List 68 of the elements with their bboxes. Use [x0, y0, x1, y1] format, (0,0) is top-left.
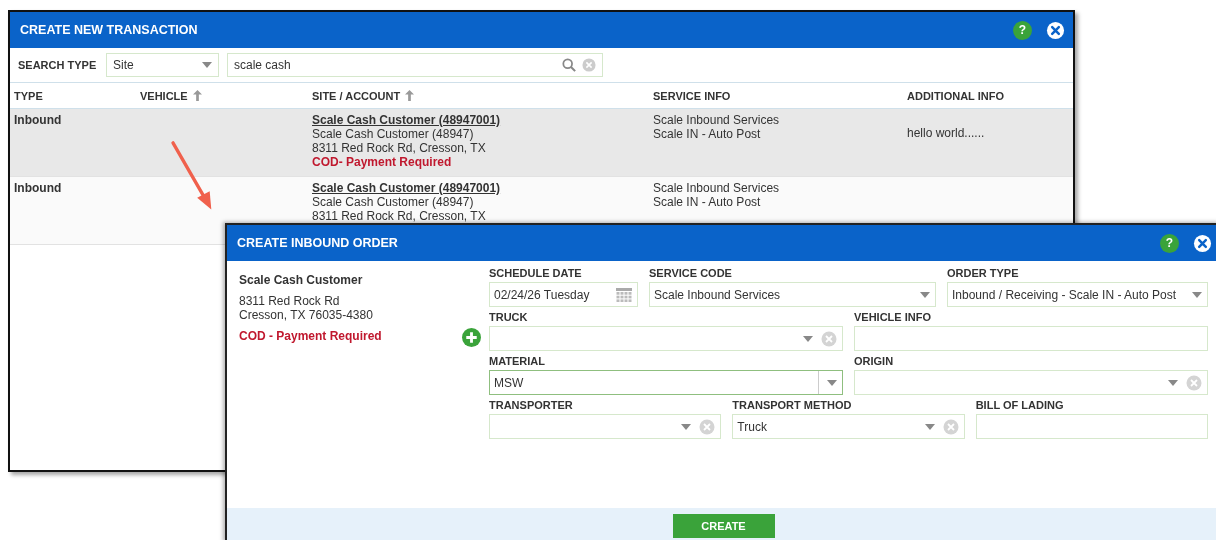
clear-icon[interactable]	[582, 58, 596, 72]
dropdown-field[interactable]	[489, 326, 843, 351]
caret-icon	[202, 62, 212, 68]
clear-icon[interactable]	[1186, 374, 1202, 391]
window-title: CREATE NEW TRANSACTION	[20, 23, 198, 37]
field-label: VEHICLE INFO	[854, 311, 932, 323]
field-label: SERVICE CODE	[649, 267, 733, 279]
table-cell-text: 8311 Red Rock Rd, Cresson, TX	[312, 209, 487, 223]
table-cell-text: Scale IN - Auto Post	[653, 127, 762, 141]
caret-icon[interactable]	[1192, 291, 1202, 298]
input-field[interactable]	[975, 414, 1208, 439]
dropdown-field[interactable]	[854, 370, 1208, 395]
column-header[interactable]: SITE / ACCOUNT	[312, 89, 401, 102]
clear-icon[interactable]	[699, 418, 716, 435]
close-icon[interactable]	[1193, 233, 1212, 253]
dropdown-field[interactable]: Scale Inbound Services	[649, 282, 936, 307]
add-icon[interactable]	[462, 328, 481, 347]
table-cell-text: Scale Inbound Services	[653, 113, 781, 127]
field-label: SCHEDULE DATE	[489, 267, 583, 279]
caret-icon[interactable]	[803, 335, 813, 342]
search-type-label: SEARCH TYPE	[18, 59, 98, 71]
address-line: 8311 Red Rock Rd	[239, 294, 341, 308]
payment-required-text: COD- Payment Required	[312, 155, 453, 169]
field-label: ORDER TYPE	[947, 267, 1020, 279]
column-header[interactable]: ADDITIONAL INFO	[907, 89, 1004, 102]
field-label: TRANSPORTER	[489, 399, 574, 411]
table-cell-text: hello world......	[907, 125, 986, 140]
table-cell-text: Scale Inbound Services	[653, 181, 781, 195]
field-label: TRANSPORT METHOD	[732, 399, 853, 411]
caret-icon[interactable]	[920, 291, 930, 298]
sort-arrow-icon[interactable]	[192, 90, 202, 101]
column-header[interactable]: TYPE	[14, 89, 43, 102]
table-cell-text: Scale IN - Auto Post	[653, 195, 762, 209]
dropdown-field[interactable]: Truck	[732, 414, 965, 439]
column-header[interactable]: SERVICE INFO	[653, 89, 731, 102]
column-header[interactable]: VEHICLE	[140, 89, 188, 102]
search-icon[interactable]	[562, 58, 576, 72]
clear-icon[interactable]	[821, 330, 837, 347]
payment-required-text: COD - Payment Required	[239, 329, 383, 343]
field-label: ORIGIN	[854, 355, 895, 367]
customer-name: Scale Cash Customer	[239, 273, 364, 287]
date-field[interactable]: 02/24/26 Tuesday	[489, 282, 638, 307]
field-label: TRUCK	[489, 311, 529, 323]
caret-icon[interactable]	[681, 423, 692, 430]
address-line: Cresson, TX 76035-4380	[239, 308, 374, 322]
account-link[interactable]: Scale Cash Customer (48947001)	[312, 113, 645, 127]
clear-icon[interactable]	[942, 418, 959, 435]
caret-icon[interactable]	[924, 423, 935, 430]
table-cell-text: Scale Cash Customer (48947)	[312, 195, 475, 209]
calendar-icon[interactable]	[616, 287, 632, 302]
input-field[interactable]	[854, 326, 1208, 351]
search-field[interactable]: scale cash	[227, 53, 603, 77]
table-cell-text: Scale Cash Customer (48947)	[312, 127, 475, 141]
table-cell-text: 8311 Red Rock Rd, Cresson, TX	[312, 141, 487, 155]
dropdown-field[interactable]: Inbound / Receiving - Scale IN - Auto Post	[947, 282, 1208, 307]
sort-arrow-icon[interactable]	[405, 90, 415, 101]
search-type-dropdown[interactable]: Site	[106, 53, 219, 77]
dropdown-field[interactable]: MSW	[489, 370, 843, 395]
field-label: MATERIAL	[489, 355, 546, 367]
dropdown-field[interactable]	[489, 414, 722, 439]
caret-icon[interactable]	[827, 379, 837, 386]
caret-icon[interactable]	[1168, 379, 1178, 386]
account-link[interactable]: Scale Cash Customer (48947001)	[312, 181, 645, 195]
table-cell-text: Inbound	[14, 181, 63, 195]
close-icon[interactable]	[1046, 20, 1065, 40]
table-row[interactable]: Inbound Scale Cash Customer (48947001) Scale Cash Customer (48947) 8311 Red Rock Rd, Cresson, TX COD- Payment Required Scale Inbound Services Scale IN - Auto Post hello world......	[10, 109, 1073, 177]
field-label: BILL OF LADING	[975, 399, 1065, 411]
table-cell-text: Inbound	[14, 113, 63, 127]
